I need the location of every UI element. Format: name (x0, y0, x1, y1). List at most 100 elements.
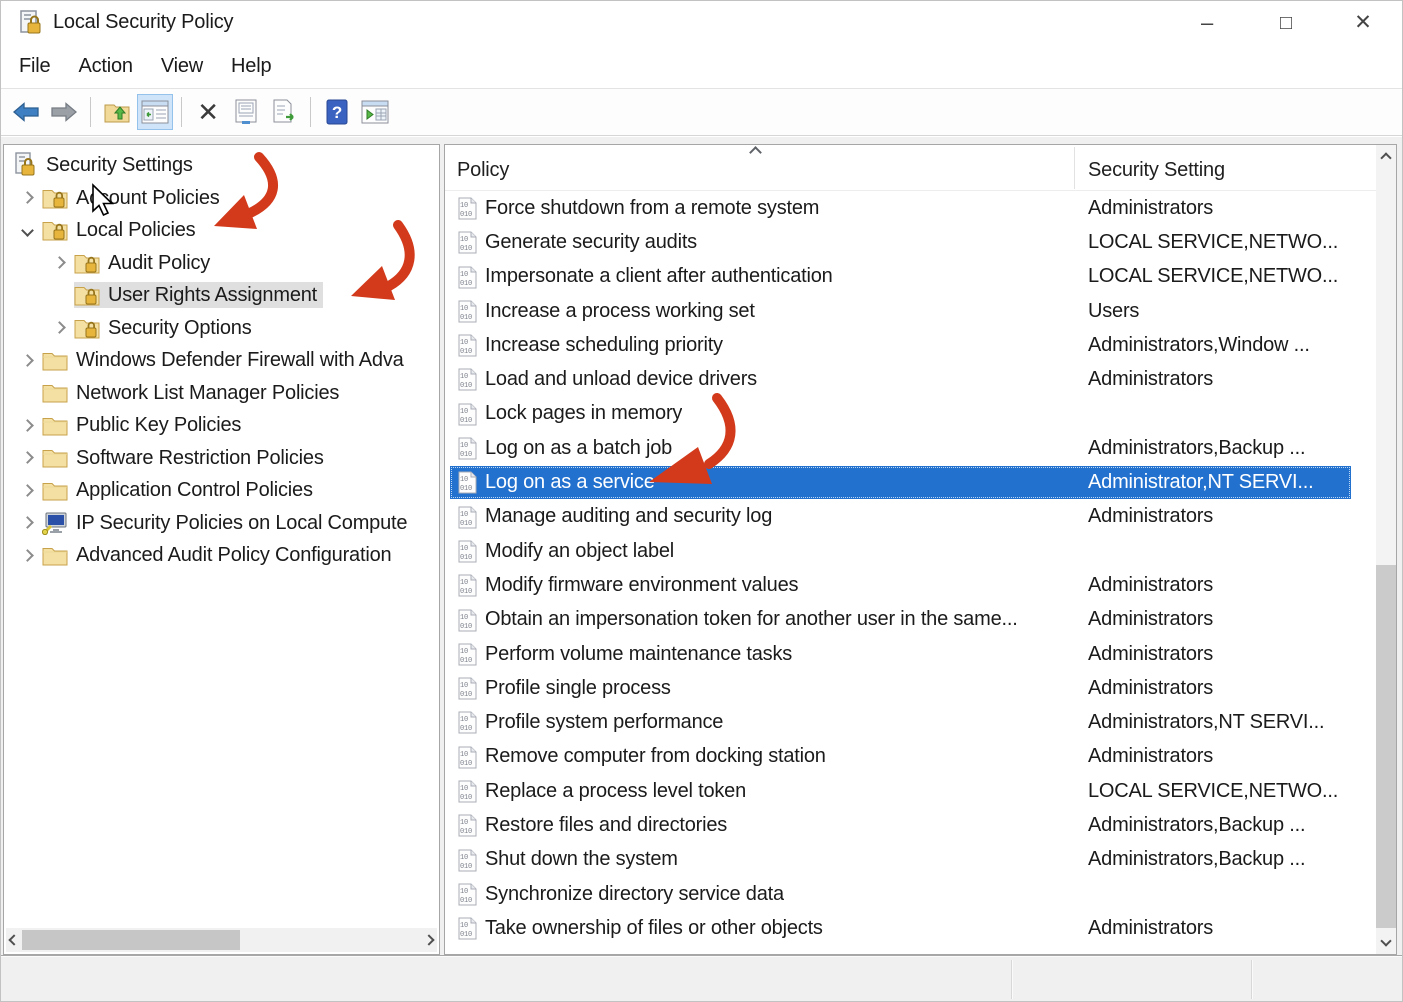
svg-text:10: 10 (460, 442, 468, 450)
expander-collapsed-icon[interactable] (12, 483, 42, 497)
properties-button[interactable] (228, 94, 264, 130)
forward-button[interactable] (46, 94, 82, 130)
expander-collapsed-icon[interactable] (44, 321, 74, 335)
policy-row-increase-scheduling-priority[interactable]: 10 010 Increase scheduling priority Adminis… (445, 328, 1376, 362)
export-list-icon (273, 99, 294, 123)
policy-name: Increase a process working set (485, 299, 755, 322)
expander-collapsed-icon[interactable] (12, 353, 42, 367)
tree-item-software-restriction-policies[interactable]: Software Restriction Policies (4, 442, 439, 475)
local-security-policy-window: Local Security Policy – □ ✕ File Action … (0, 0, 1403, 1002)
scroll-down-button[interactable] (1376, 932, 1396, 954)
svg-text:010: 010 (460, 451, 472, 459)
horizontal-scrollbar-thumb[interactable] (22, 930, 240, 950)
policy-row-log-on-as-a-service[interactable]: 10 010 Log on as a service Administrator,NT… (445, 465, 1376, 499)
export-list-button[interactable] (266, 94, 302, 130)
expander-collapsed-icon[interactable] (44, 256, 74, 270)
policy-row-restore-files-and-directories[interactable]: 10 010 Restore files and directories Admini… (445, 808, 1376, 842)
policy-row-synchronize-directory-service-data[interactable]: 10 010 Synchronize directory service data (445, 877, 1376, 911)
tree-item-account-policies[interactable]: Account Policies (4, 182, 439, 215)
security-setting-value: Administrators (1088, 196, 1214, 219)
expander-collapsed-icon[interactable] (12, 548, 42, 562)
expander-expanded-icon[interactable] (12, 223, 42, 237)
tree-item-application-control-policies[interactable]: Application Control Policies (4, 474, 439, 507)
menu-item-help[interactable]: Help (217, 49, 285, 84)
security-setting-value: Administrators (1088, 745, 1214, 768)
show-action-pane-button[interactable] (357, 94, 393, 130)
policy-row-profile-system-performance[interactable]: 10 010 Profile system performance Administr… (445, 705, 1376, 739)
vertical-scrollbar[interactable] (1376, 145, 1396, 954)
policy-row-log-on-as-a-batch-job[interactable]: 10 010 Log on as a batch job Administrators… (445, 431, 1376, 465)
svg-text:010: 010 (460, 348, 472, 356)
column-header-policy[interactable]: Policy (457, 159, 509, 182)
svg-text:010: 010 (460, 314, 472, 322)
back-arrow-icon (13, 102, 39, 122)
close-button[interactable]: ✕ (1340, 1, 1386, 45)
maximize-button[interactable]: □ (1263, 1, 1309, 45)
horizontal-scrollbar[interactable] (6, 928, 437, 952)
delete-button[interactable]: ✕ (190, 94, 226, 130)
tree-item-security-options[interactable]: Security Options (4, 312, 439, 345)
status-bar (1, 955, 1402, 1001)
svg-text:10: 10 (460, 682, 468, 690)
tree-item-network-list-manager-policies[interactable]: Network List Manager Policies (4, 377, 439, 410)
policy-row-replace-a-process-level-token[interactable]: 10 010 Replace a process level token LOCAL … (445, 774, 1376, 808)
scroll-right-button[interactable] (421, 928, 437, 952)
svg-text:010: 010 (460, 794, 472, 802)
security-setting-value: Administrators (1088, 608, 1214, 631)
policy-row-obtain-an-impersonation-token-for-anothe[interactable]: 10 010 Obtain an impersonation token for a… (445, 603, 1376, 637)
policy-doc-icon: 10 010 (457, 746, 478, 769)
menu-item-file[interactable]: File (5, 49, 64, 84)
tree-item-audit-policy[interactable]: Audit Policy (4, 247, 439, 280)
column-header-security-setting[interactable]: Security Setting (1088, 159, 1225, 182)
policy-row-manage-auditing-and-security-log[interactable]: 10 010 Manage auditing and security log Adm… (445, 500, 1376, 534)
folder-icon (42, 480, 68, 501)
svg-text:10: 10 (460, 579, 468, 587)
tree-item-security-settings[interactable]: Security Settings (4, 149, 439, 182)
policy-row-modify-an-object-label[interactable]: 10 010 Modify an object label (445, 534, 1376, 568)
vertical-scrollbar-thumb[interactable] (1376, 565, 1396, 928)
content-area: Security Settings Account Policies Local P… (1, 137, 1402, 955)
security-setting-value: Administrators (1088, 642, 1214, 665)
policy-row-force-shutdown-from-a-remote-system[interactable]: 10 010 Force shutdown from a remote system… (445, 191, 1376, 225)
tree-item-local-policies[interactable]: Local Policies (4, 214, 439, 247)
policy-row-modify-firmware-environment-values[interactable]: 10 010 Modify firmware environment values A… (445, 568, 1376, 602)
help-button[interactable]: ? (319, 94, 355, 130)
policy-row-perform-volume-maintenance-tasks[interactable]: 10 010 Perform volume maintenance tasks Adm… (445, 637, 1376, 671)
expander-collapsed-icon[interactable] (12, 516, 42, 530)
menu-item-action[interactable]: Action (64, 49, 146, 84)
policy-name: Synchronize directory service data (485, 882, 784, 905)
policy-row-take-ownership-of-files-or-other-objects[interactable]: 10 010 Take ownership of files or other ob… (445, 911, 1376, 945)
menu-item-view[interactable]: View (147, 49, 217, 84)
policy-row-load-and-unload-device-drivers[interactable]: 10 010 Load and unload device drivers Admin… (445, 362, 1376, 396)
policy-row-profile-single-process[interactable]: 10 010 Profile single process Administrator… (445, 671, 1376, 705)
tree-item-windows-defender-firewall-with-adva[interactable]: Windows Defender Firewall with Adva (4, 344, 439, 377)
expander-collapsed-icon[interactable] (12, 191, 42, 205)
column-divider[interactable] (1074, 147, 1075, 189)
expander-collapsed-icon[interactable] (12, 451, 42, 465)
policy-doc-icon: 10 010 (457, 849, 478, 872)
scroll-left-button[interactable] (6, 928, 22, 952)
back-button[interactable] (8, 94, 44, 130)
tree-item-public-key-policies[interactable]: Public Key Policies (4, 409, 439, 442)
svg-text:10: 10 (460, 476, 468, 484)
tree-item-user-rights-assignment[interactable]: User Rights Assignment (4, 279, 439, 312)
show-console-tree-button[interactable] (137, 94, 173, 130)
policy-row-remove-computer-from-docking-station[interactable]: 10 010 Remove computer from docking statio… (445, 740, 1376, 774)
minimize-button[interactable]: – (1184, 1, 1230, 45)
svg-text:010: 010 (460, 828, 472, 836)
policy-row-lock-pages-in-memory[interactable]: 10 010 Lock pages in memory (445, 397, 1376, 431)
policy-row-shut-down-the-system[interactable]: 10 010 Shut down the system Administrators,… (445, 843, 1376, 877)
up-one-level-button[interactable] (99, 94, 135, 130)
policy-name: Restore files and directories (485, 813, 728, 836)
status-bar-divider (1251, 960, 1252, 999)
scroll-up-button[interactable] (1376, 145, 1396, 167)
policy-row-generate-security-audits[interactable]: 10 010 Generate security audits LOCAL SERVI… (445, 225, 1376, 259)
svg-text:010: 010 (460, 280, 472, 288)
policy-row-increase-a-process-working-set[interactable]: 10 010 Increase a process working set Users (445, 294, 1376, 328)
policy-doc-icon: 10 010 (457, 643, 478, 666)
expander-collapsed-icon[interactable] (12, 418, 42, 432)
policy-doc-icon: 10 010 (457, 437, 478, 460)
tree-item-advanced-audit-policy-configuration[interactable]: Advanced Audit Policy Configuration (4, 539, 439, 572)
tree-item-ip-security-policies-on-local-compute[interactable]: IP Security Policies on Local Compute (4, 507, 439, 540)
policy-row-impersonate-a-client-after-authenticatio[interactable]: 10 010 Impersonate a client after authenti… (445, 260, 1376, 294)
